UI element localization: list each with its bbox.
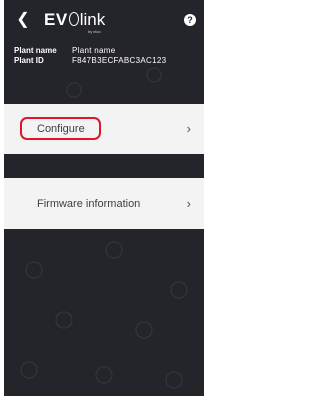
logo-link-text: link [68, 9, 105, 31]
plant-name-value: Plant name [72, 46, 116, 55]
plant-id-value: F847B3ECFABC3AC123 [72, 56, 167, 65]
question-icon: ? [187, 15, 193, 25]
app-header: ❮ EV link by elco ? [4, 0, 204, 40]
plant-id-label: Plant ID [14, 56, 44, 65]
logo-ev-text: EV [44, 10, 68, 29]
logo-subtitle: by elco [88, 29, 101, 34]
plant-name-label: Plant name [14, 46, 57, 55]
back-button[interactable]: ❮ [16, 11, 30, 29]
evlink-logo: EV link by elco [44, 9, 105, 34]
firmware-information-label: Firmware information [37, 198, 141, 210]
chevron-right-icon: › [186, 196, 191, 211]
plant-id-row: Plant ID F847B3ECFABC3AC123 [14, 56, 166, 66]
app-screen: ❮ EV link by elco ? Plant name Plant nam… [4, 0, 204, 396]
plant-name-row: Plant name Plant name [14, 46, 166, 56]
configure-highlight-annotation [20, 117, 101, 140]
plant-info: Plant name Plant name Plant ID F847B3ECF… [14, 46, 166, 66]
firmware-information-menu-item[interactable]: Firmware information › [4, 178, 204, 229]
help-button[interactable]: ? [184, 14, 196, 26]
chevron-right-icon: › [186, 121, 191, 136]
logo-ring-icon [68, 12, 79, 26]
chevron-left-icon: ❮ [16, 11, 30, 28]
